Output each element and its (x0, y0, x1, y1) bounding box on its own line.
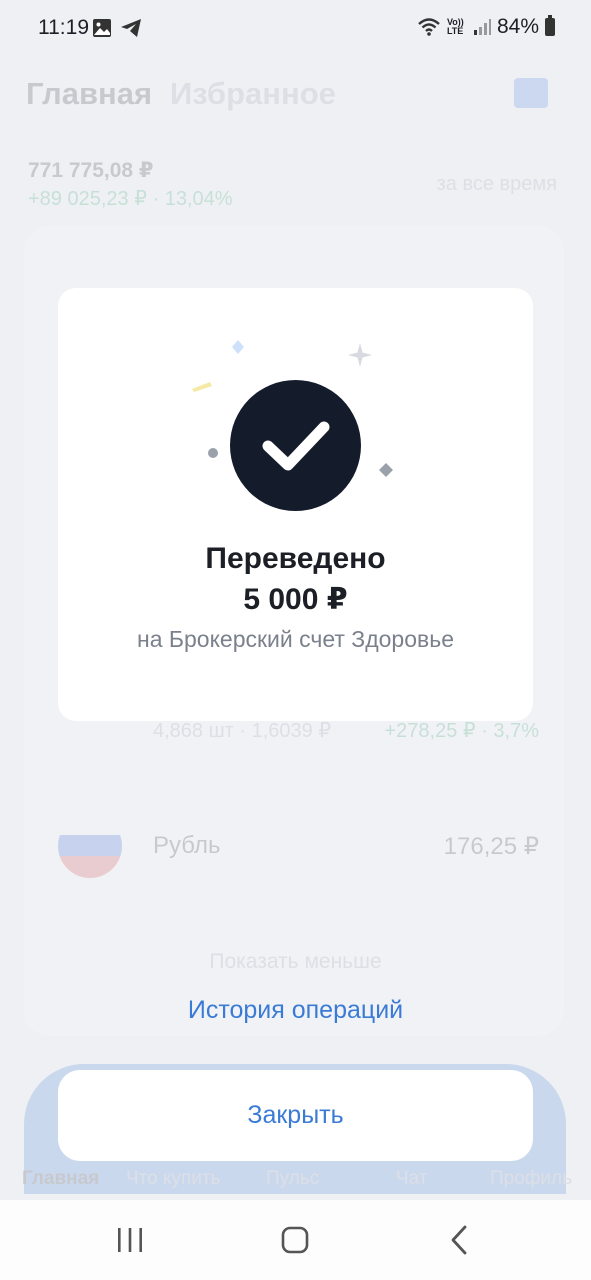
asset-meta: 4,868 шт · 1,6039 ₽ (153, 720, 332, 742)
confetti-dot-icon (208, 448, 218, 458)
portfolio-gain: +89 025,23 ₽ · 13,04% (28, 188, 233, 210)
transfer-destination: на Брокерский счет Здоровье (137, 626, 454, 652)
back-button[interactable] (440, 1222, 480, 1258)
nav-main: Главная (22, 1168, 100, 1189)
success-dialog: Переведено 5 000 ₽ на Брокерский счет Зд… (58, 288, 533, 721)
system-nav-bar (0, 1200, 591, 1280)
ruble-name: Рубль (153, 832, 221, 859)
show-less-link: Показать меньше (209, 950, 382, 973)
transfer-amount: 5 000 ₽ (243, 583, 348, 616)
nav-chat: Чат (396, 1168, 428, 1189)
success-check-icon (230, 380, 361, 511)
nav-pulse: Пульс (266, 1168, 320, 1189)
portfolio-total: 771 775,08 ₽ (28, 159, 154, 182)
confetti-diamond-icon (232, 340, 244, 354)
recent-apps-button[interactable] (110, 1222, 150, 1258)
russia-flag-icon (58, 814, 122, 878)
history-link[interactable]: История операций (0, 996, 591, 1025)
asset-gain: +278,25 ₽ · 3,7% (384, 720, 540, 742)
nav-what-to-buy: Что купить (126, 1168, 221, 1189)
nav-profile: Профиль (490, 1168, 573, 1189)
home-button[interactable] (275, 1222, 315, 1258)
tab-main: Главная (26, 76, 153, 111)
dialog-title: Переведено (205, 542, 386, 575)
sparkle-icon (348, 343, 372, 367)
period-label: за все время (436, 173, 557, 195)
gift-icon (514, 78, 548, 108)
confetti-square-icon (379, 463, 393, 477)
close-button[interactable]: Закрыть (58, 1070, 533, 1161)
confetti-streamer-icon (192, 382, 212, 392)
ruble-value: 176,25 ₽ (443, 833, 539, 860)
tab-favorites: Избранное (170, 76, 336, 111)
